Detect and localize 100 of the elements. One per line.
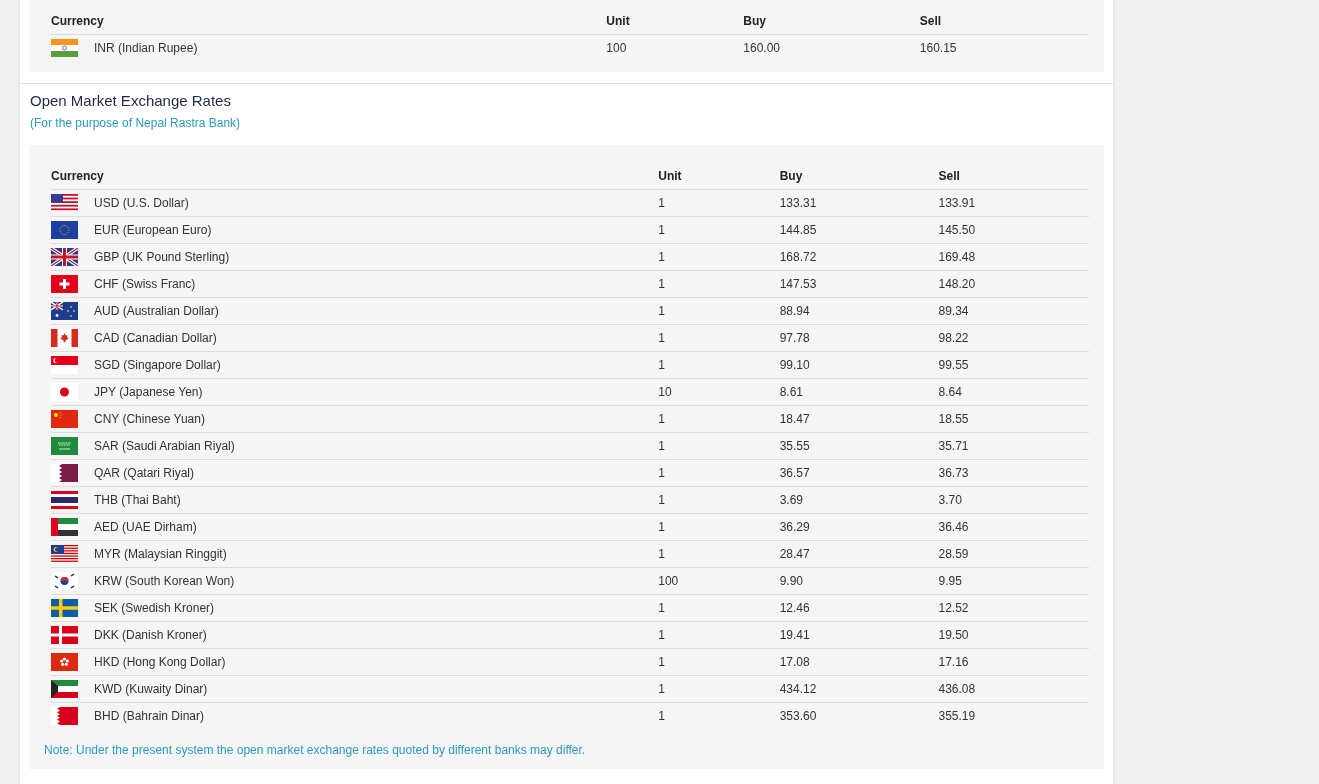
column-header: Buy [743, 13, 766, 28]
unit-cell: 1 [658, 709, 665, 723]
unit-cell: 1 [658, 250, 665, 264]
buy-rate: 97.78 [779, 331, 810, 345]
unit-cell: 100 [606, 41, 627, 55]
unit-cell: 1 [658, 304, 665, 318]
currency-name: INR (Indian Rupee) [94, 41, 198, 55]
buy-rate: 147.53 [779, 277, 817, 291]
currency-name: CAD (Canadian Dollar) [94, 331, 217, 345]
buy-rate: 17.08 [779, 655, 810, 669]
unit-cell: 100 [658, 574, 679, 588]
unit-cell: 1 [658, 196, 665, 210]
currency-name: CHF (Swiss Franc) [94, 277, 196, 291]
unit-cell: 1 [658, 358, 665, 372]
buy-rate: 144.85 [779, 223, 817, 237]
flag-icon [51, 275, 78, 293]
currency-name: EUR (European Euro) [94, 223, 212, 237]
note-text: Note: Under the present system the open market exchange rates quoted by different banks may differ. [44, 743, 587, 757]
buy-rate: 19.41 [779, 628, 810, 642]
flag-icon [51, 599, 78, 617]
sell-rate: 9.95 [938, 574, 962, 588]
buy-rate: 8.61 [779, 385, 804, 399]
column-header: Currency [51, 13, 104, 28]
buy-rate: 18.47 [779, 412, 810, 426]
section-title: Open Market Exchange Rates [30, 92, 232, 109]
sell-rate: 145.50 [938, 223, 976, 237]
buy-rate: 88.94 [779, 304, 810, 318]
unit-cell: 1 [658, 520, 665, 534]
currency-name: CNY (Chinese Yuan) [94, 412, 205, 426]
flag-icon [51, 329, 78, 347]
currency-name: SEK (Swedish Kroner) [94, 601, 215, 615]
buy-rate: 12.46 [779, 601, 810, 615]
currency-name: DKK (Danish Kroner) [94, 628, 207, 642]
unit-cell: 1 [658, 223, 665, 237]
buy-rate: 99.10 [779, 358, 810, 372]
sell-rate: 36.46 [938, 520, 969, 534]
unit-cell: 1 [658, 601, 665, 615]
section-subtitle: (For the purpose of Nepal Rastra Bank) [30, 116, 242, 130]
flag-icon [51, 572, 78, 590]
buy-rate: 36.57 [779, 466, 810, 480]
flag-icon [51, 356, 78, 374]
sell-rate: 8.64 [938, 385, 962, 399]
sell-rate: 148.20 [938, 277, 976, 291]
column-header: Buy [779, 168, 803, 183]
unit-cell: 1 [658, 493, 665, 507]
buy-rate: 3.69 [779, 493, 804, 507]
unit-cell: 1 [658, 547, 665, 561]
flag-icon [51, 383, 78, 401]
sell-rate: 89.34 [938, 304, 969, 318]
unit-cell: 1 [658, 331, 665, 345]
flag-icon [51, 707, 78, 725]
sell-rate: 169.48 [938, 250, 976, 264]
currency-name: AED (UAE Dirham) [94, 520, 197, 534]
unit-cell: 1 [658, 682, 665, 696]
flag-icon [51, 680, 78, 698]
currency-name: QAR (Qatari Riyal) [94, 466, 194, 480]
unit-cell: 1 [658, 277, 665, 291]
column-header: Sell [919, 13, 942, 28]
unit-cell: 1 [658, 439, 665, 453]
buy-rate: 160.00 [743, 41, 781, 55]
flag-icon [51, 653, 78, 671]
currency-name: KWD (Kuwaity Dinar) [94, 682, 208, 696]
buy-rate: 36.29 [779, 520, 810, 534]
buy-rate: 168.72 [779, 250, 817, 264]
sell-rate: 17.16 [938, 655, 969, 669]
unit-cell: 1 [658, 412, 665, 426]
flag-icon [51, 410, 78, 428]
sell-rate: 28.59 [938, 547, 969, 561]
currency-name: USD (U.S. Dollar) [94, 196, 189, 210]
column-header: Unit [658, 168, 682, 183]
unit-cell: 1 [658, 655, 665, 669]
currency-name: SGD (Singapore Dollar) [94, 358, 221, 372]
sell-rate: 99.55 [938, 358, 969, 372]
flag-icon [51, 626, 78, 644]
buy-rate: 28.47 [779, 547, 810, 561]
unit-cell: 10 [658, 385, 672, 399]
flag-icon [51, 437, 78, 455]
sell-rate: 160.15 [919, 41, 957, 55]
sell-rate: 35.71 [938, 439, 969, 453]
currency-name: HKD (Hong Kong Dollar) [94, 655, 226, 669]
currency-name: MYR (Malaysian Ringgit) [94, 547, 227, 561]
buy-rate: 9.90 [779, 574, 804, 588]
column-header: Sell [938, 168, 960, 183]
flag-icon [51, 302, 78, 320]
sell-rate: 18.55 [938, 412, 969, 426]
flag-icon [51, 39, 78, 57]
unit-cell: 1 [658, 466, 665, 480]
column-header: Currency [51, 168, 104, 183]
sell-rate: 355.19 [938, 709, 976, 723]
flag-icon [51, 491, 78, 509]
buy-rate: 35.55 [779, 439, 810, 453]
buy-rate: 434.12 [779, 682, 817, 696]
flag-icon [51, 518, 78, 536]
currency-name: SAR (Saudi Arabian Riyal) [94, 439, 235, 453]
sell-rate: 36.73 [938, 466, 969, 480]
flag-icon [51, 221, 78, 239]
sell-rate: 133.91 [938, 196, 976, 210]
flag-icon [51, 194, 78, 212]
currency-name: AUD (Australian Dollar) [94, 304, 219, 318]
sell-rate: 19.50 [938, 628, 969, 642]
